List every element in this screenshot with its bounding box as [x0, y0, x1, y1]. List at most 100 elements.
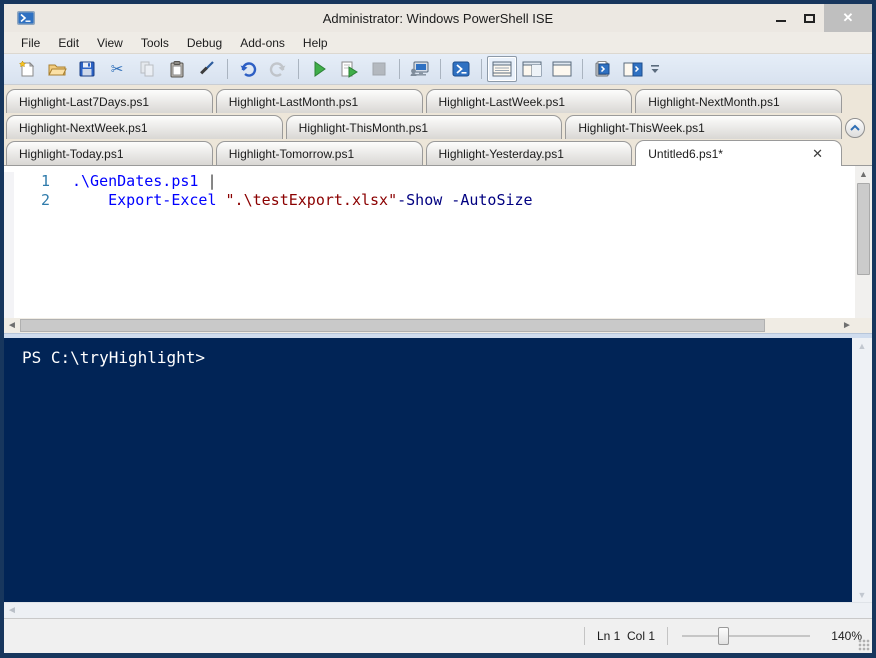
toolbar-separator [227, 59, 228, 79]
redo-button[interactable] [263, 56, 293, 82]
minimize-icon [775, 20, 786, 22]
run-script-button[interactable] [304, 56, 334, 82]
tab-label: Highlight-ThisWeek.ps1 [578, 120, 705, 135]
start-powershell-exe-button[interactable] [446, 56, 476, 82]
close-button[interactable]: ✕ [824, 4, 872, 32]
menu-add-ons[interactable]: Add-ons [231, 34, 294, 52]
scroll-left-arrow-icon[interactable]: ◄ [4, 318, 20, 333]
tab-highlight-last7days-ps1[interactable]: Highlight-Last7Days.ps1 [6, 89, 213, 113]
show-script-pane-button[interactable] [618, 56, 648, 82]
layout-top-icon [491, 60, 513, 78]
tab-untitled6-ps1[interactable]: Untitled6.ps1* ✕ [635, 140, 842, 166]
resize-grip-icon[interactable] [858, 639, 870, 651]
line-number: 2 [40, 191, 50, 209]
tab-highlight-today-ps1[interactable]: Highlight-Today.ps1 [6, 141, 213, 165]
status-bar: Ln 1 Col 1 140% [4, 618, 872, 653]
copy-button[interactable] [132, 56, 162, 82]
scroll-right-arrow-icon[interactable]: ► [839, 318, 855, 333]
undo-button[interactable] [233, 56, 263, 82]
editor-vscroll-thumb[interactable] [857, 183, 870, 275]
new-remote-powershell-tab-button[interactable] [405, 56, 435, 82]
code-line[interactable]: 1 .\GenDates.ps1 | [14, 172, 855, 191]
run-selection-button[interactable] [334, 56, 364, 82]
code-lines[interactable]: 1 .\GenDates.ps1 | 2 Export-Excel ".\testE… [14, 172, 855, 318]
maximize-button[interactable] [795, 4, 824, 32]
tab-highlight-tomorrow-ps1[interactable]: Highlight-Tomorrow.ps1 [215, 141, 423, 165]
layout-max-icon [551, 60, 573, 78]
code-text[interactable]: Export-Excel ".\testExport.xlsx"-Show -A… [72, 191, 532, 210]
show-script-pane-maximized-button[interactable] [547, 56, 577, 82]
code-text[interactable]: .\GenDates.ps1 | [72, 172, 217, 191]
menu-debug[interactable]: Debug [178, 34, 231, 52]
line-number: 1 [40, 172, 50, 190]
run-selection-icon [339, 59, 359, 79]
tab-highlight-thismonth-ps1[interactable]: Highlight-ThisMonth.ps1 [285, 115, 563, 139]
powershell-icon [451, 59, 471, 79]
console-pane[interactable]: PS C:\tryHighlight> ▲ ▼ [4, 338, 872, 602]
scroll-up-arrow-icon[interactable]: ▲ [858, 338, 867, 353]
editor-hscroll-thumb[interactable] [20, 319, 766, 332]
tab-label: Highlight-Today.ps1 [19, 146, 124, 161]
editor-margin [4, 172, 14, 318]
tab-scroll-up-button[interactable] [845, 118, 865, 138]
menu-view[interactable]: View [88, 34, 132, 52]
open-script-button[interactable] [42, 56, 72, 82]
menu-file[interactable]: File [12, 34, 49, 52]
console-horizontal-scrollbar[interactable]: ◄ [4, 602, 872, 618]
editor-hscroll-track[interactable] [20, 319, 839, 332]
console-vertical-scrollbar[interactable]: ▲ ▼ [852, 338, 872, 602]
powershell-ise-window: Administrator: Windows PowerShell ISE ✕ … [0, 0, 876, 658]
tab-close-icon[interactable]: ✕ [806, 146, 829, 162]
scroll-left-arrow-icon[interactable]: ◄ [4, 603, 20, 618]
clear-pane-icon [197, 59, 217, 79]
code-line[interactable]: 2 Export-Excel ".\testExport.xlsx"-Show … [14, 191, 855, 210]
cut-icon: ✂ [107, 59, 127, 79]
minimize-button[interactable] [766, 4, 795, 32]
toolbar-separator [481, 59, 482, 79]
toolbar-overflow-button[interactable] [648, 56, 662, 82]
save-script-button[interactable] [72, 56, 102, 82]
script-pane-icon [622, 60, 644, 78]
zoom-slider-track[interactable] [682, 635, 810, 637]
chevron-up-icon [850, 124, 860, 131]
editor-horizontal-scrollbar[interactable]: ◄ ► [4, 318, 872, 333]
new-script-button[interactable] [12, 56, 42, 82]
remote-tab-icon [409, 59, 431, 79]
tab-highlight-yesterday-ps1[interactable]: Highlight-Yesterday.ps1 [425, 141, 633, 165]
scroll-up-arrow-icon[interactable]: ▲ [859, 166, 868, 181]
menu-tools[interactable]: Tools [132, 34, 178, 52]
show-script-pane-right-button[interactable] [517, 56, 547, 82]
menu-edit[interactable]: Edit [49, 34, 88, 52]
tab-highlight-nextmonth-ps1[interactable]: Highlight-NextMonth.ps1 [635, 89, 842, 113]
toolbar-separator [298, 59, 299, 79]
tab-highlight-lastweek-ps1[interactable]: Highlight-LastWeek.ps1 [425, 89, 633, 113]
tab-highlight-thisweek-ps1[interactable]: Highlight-ThisWeek.ps1 [565, 115, 843, 139]
script-editor-pane[interactable]: 1 .\GenDates.ps1 | 2 Export-Excel ".\testE… [4, 166, 872, 318]
window-title: Administrator: Windows PowerShell ISE [322, 10, 554, 26]
tab-label: Highlight-NextMonth.ps1 [648, 94, 780, 109]
console-hscroll-track[interactable] [20, 604, 872, 617]
tab-label: Highlight-Tomorrow.ps1 [228, 146, 355, 161]
save-icon [77, 59, 97, 79]
cursor-position-label: Ln 1 Col 1 [596, 629, 655, 643]
tab-highlight-nextweek-ps1[interactable]: Highlight-NextWeek.ps1 [6, 115, 283, 139]
console-prompt[interactable]: PS C:\tryHighlight> [4, 338, 852, 602]
zoom-slider[interactable] [682, 626, 810, 646]
new-powershell-tab-button[interactable] [588, 56, 618, 82]
stop-operation-button[interactable] [364, 56, 394, 82]
tab-row-1: Highlight-Last7Days.ps1 Highlight-LastMon… [4, 87, 872, 113]
paste-button[interactable] [162, 56, 192, 82]
scroll-down-arrow-icon[interactable]: ▼ [858, 587, 867, 602]
tab-row-2: Highlight-NextWeek.ps1 Highlight-ThisMont… [4, 113, 872, 139]
run-icon [309, 59, 329, 79]
cut-button[interactable]: ✂ [102, 56, 132, 82]
show-script-pane-top-button[interactable] [487, 56, 517, 82]
stop-icon [369, 59, 389, 79]
clear-console-pane-button[interactable] [192, 56, 222, 82]
editor-vertical-scrollbar[interactable]: ▲ [855, 166, 872, 318]
zoom-slider-handle[interactable] [717, 627, 729, 645]
title-bar[interactable]: Administrator: Windows PowerShell ISE ✕ [4, 4, 872, 32]
menu-help[interactable]: Help [294, 34, 337, 52]
tab-highlight-lastmonth-ps1[interactable]: Highlight-LastMonth.ps1 [215, 89, 423, 113]
toolbar-separator [582, 59, 583, 79]
